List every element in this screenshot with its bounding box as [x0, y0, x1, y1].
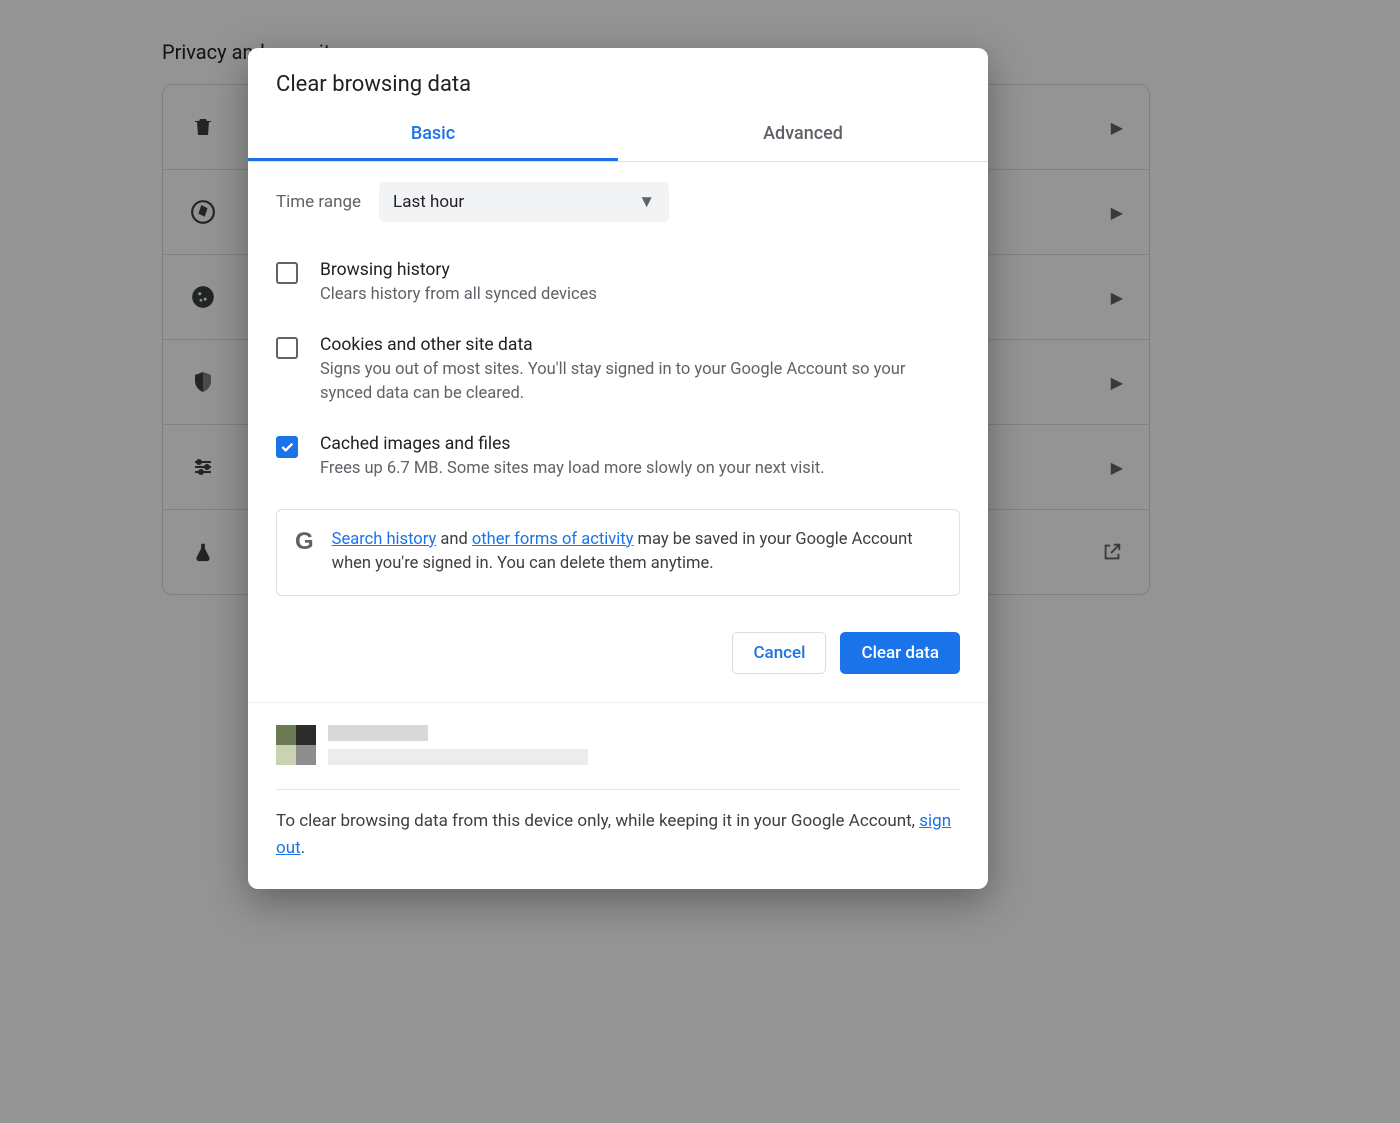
pixelated-text — [328, 725, 588, 765]
google-logo-icon: G — [295, 528, 314, 556]
info-text: Search history and other forms of activi… — [332, 528, 941, 578]
checkbox-browsing-history[interactable] — [276, 262, 298, 284]
activity-info-box: G Search history and other forms of acti… — [276, 509, 960, 597]
dialog-tabs: Basic Advanced — [248, 107, 988, 162]
option-desc: Frees up 6.7 MB. Some sites may load mor… — [320, 457, 825, 481]
clear-data-button[interactable]: Clear data — [840, 632, 960, 674]
time-range-value: Last hour — [393, 192, 464, 212]
link-other-activity[interactable]: other forms of activity — [472, 530, 634, 549]
device-only-note: To clear browsing data from this device … — [248, 790, 988, 889]
time-range-label: Time range — [276, 192, 361, 212]
account-row-redacted — [248, 702, 988, 771]
dialog-title: Clear browsing data — [248, 48, 988, 107]
option-title: Cookies and other site data — [320, 335, 960, 355]
checkbox-cache[interactable] — [276, 436, 298, 458]
option-desc: Clears history from all synced devices — [320, 283, 597, 307]
caret-down-icon: ▼ — [638, 192, 655, 212]
tab-basic[interactable]: Basic — [248, 107, 618, 161]
time-range-select[interactable]: Last hour ▼ — [379, 182, 669, 222]
option-title: Cached images and files — [320, 434, 825, 454]
option-browsing-history[interactable]: Browsing history Clears history from all… — [276, 246, 960, 321]
link-search-history[interactable]: Search history — [332, 530, 437, 549]
cancel-button[interactable]: Cancel — [732, 632, 826, 674]
clear-browsing-data-dialog: Clear browsing data Basic Advanced Time … — [248, 48, 988, 889]
option-title: Browsing history — [320, 260, 597, 280]
option-cookies[interactable]: Cookies and other site data Signs you ou… — [276, 321, 960, 420]
option-cache[interactable]: Cached images and files Frees up 6.7 MB.… — [276, 420, 960, 495]
tab-advanced[interactable]: Advanced — [618, 107, 988, 161]
option-desc: Signs you out of most sites. You'll stay… — [320, 358, 960, 406]
checkbox-cookies[interactable] — [276, 337, 298, 359]
pixelated-avatar — [276, 725, 316, 765]
